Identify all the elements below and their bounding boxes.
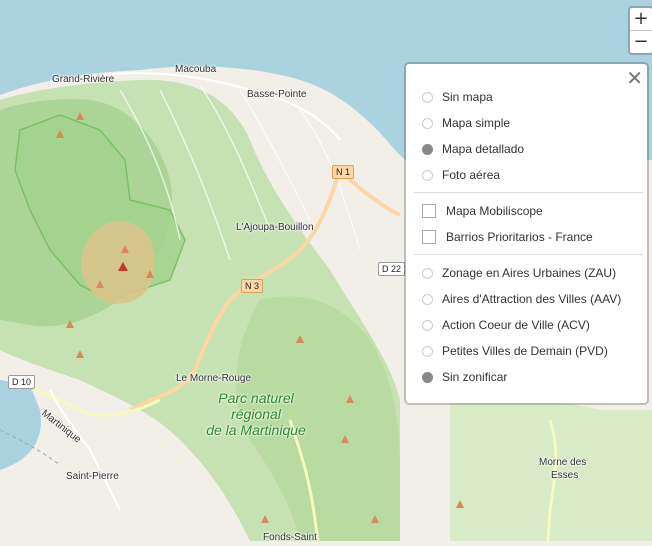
zoning-zau[interactable]: Zonage en Aires Urbaines (ZAU): [414, 260, 643, 286]
road-shield-d22: D 22: [378, 262, 406, 276]
park-label-line-3: de la Martinique: [206, 422, 306, 438]
base-layer-label: Foto aérea: [442, 168, 501, 182]
base-layer-mapa-detallado[interactable]: Mapa detallado: [414, 136, 643, 162]
overlay-mapa-mobiliscope[interactable]: Mapa Mobiliscope: [414, 198, 643, 224]
close-icon[interactable]: ✕: [626, 68, 643, 88]
base-layer-label: Mapa simple: [442, 116, 511, 130]
radio-icon[interactable]: [422, 169, 433, 181]
zoom-control: + −: [628, 6, 652, 55]
zoom-in-button[interactable]: +: [630, 8, 652, 30]
zoning-pvd[interactable]: Petites Villes de Demain (PVD): [414, 338, 643, 364]
zoning-acv[interactable]: Action Coeur de Ville (ACV): [414, 312, 643, 338]
place-morne-rouge: Le Morne-Rouge: [176, 373, 252, 384]
road-shield-n1: N 1: [332, 165, 355, 179]
place-saint-pierre: Saint-Pierre: [66, 471, 119, 482]
base-layer-mapa-simple[interactable]: Mapa simple: [414, 110, 643, 136]
overlay-label: Mapa Mobiliscope: [446, 204, 543, 218]
zoning-label: Petites Villes de Demain (PVD): [442, 344, 608, 358]
radio-icon[interactable]: [422, 267, 433, 279]
checkbox-icon[interactable]: [422, 204, 436, 218]
place-ajoupa-bouillon: L'Ajoupa-Bouillon: [236, 222, 314, 233]
place-grand-riviere: Grand-Rivière: [52, 74, 115, 85]
road-shield-n3: N 3: [241, 279, 264, 293]
place-fonds-saint: Fonds-Saint: [263, 532, 317, 543]
radio-icon[interactable]: [422, 117, 433, 129]
layers-panel: ✕ Sin mapa Mapa simple Mapa detallado Fo…: [404, 62, 649, 405]
zoom-out-button[interactable]: −: [630, 30, 652, 53]
overlay-label: Barrios Prioritarios - France: [446, 230, 593, 244]
place-morne-des-esses-1: Morne des: [539, 457, 587, 468]
radio-selected-icon[interactable]: [422, 143, 433, 155]
zoning-label: Sin zonificar: [442, 370, 508, 384]
separator: [414, 254, 643, 255]
place-morne-des-esses-2: Esses: [551, 470, 579, 481]
park-label-line-1: Parc naturel: [218, 390, 294, 406]
radio-icon[interactable]: [422, 345, 433, 357]
zoning-aav[interactable]: Aires d'Attraction des Villes (AAV): [414, 286, 643, 312]
checkbox-icon[interactable]: [422, 230, 436, 244]
radio-icon[interactable]: [422, 293, 433, 305]
park-label-line-2: régional: [231, 406, 281, 422]
base-layer-foto-aerea[interactable]: Foto aérea: [414, 162, 643, 188]
zoning-sin-zonificar[interactable]: Sin zonificar: [414, 364, 643, 390]
overlay-barrios-prioritarios[interactable]: Barrios Prioritarios - France: [414, 224, 643, 250]
radio-icon[interactable]: [422, 319, 433, 331]
separator: [414, 192, 643, 193]
base-layer-label: Sin mapa: [442, 90, 493, 104]
road-shield-d10: D 10: [8, 375, 36, 389]
zoning-label: Aires d'Attraction des Villes (AAV): [442, 292, 622, 306]
place-macouba: Macouba: [175, 64, 217, 75]
zoning-label: Action Coeur de Ville (ACV): [442, 318, 590, 332]
park-label: Parc naturel régional de la Martinique: [196, 390, 316, 438]
base-layer-label: Mapa detallado: [442, 142, 525, 156]
radio-selected-icon[interactable]: [422, 371, 433, 383]
radio-icon[interactable]: [422, 91, 433, 103]
base-layer-sin-mapa[interactable]: Sin mapa: [414, 84, 643, 110]
place-basse-pointe: Basse-Pointe: [247, 89, 307, 100]
zoning-label: Zonage en Aires Urbaines (ZAU): [442, 266, 617, 280]
